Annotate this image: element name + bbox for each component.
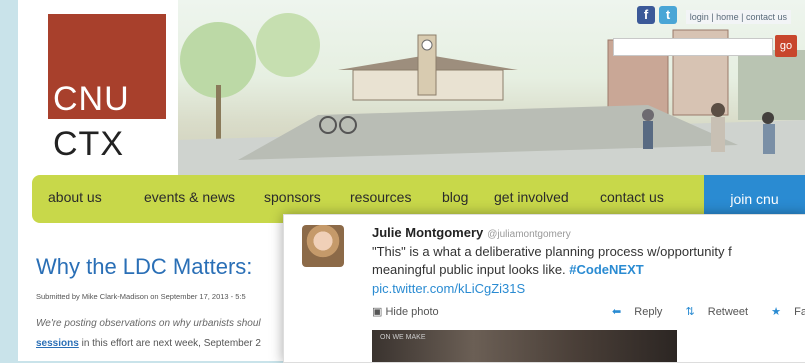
star-icon: ★ bbox=[771, 306, 782, 318]
tweet-photo-link[interactable]: pic.twitter.com/kLiCgZi31S bbox=[372, 281, 525, 296]
search-input[interactable] bbox=[613, 38, 773, 56]
favorite-button[interactable]: ★ Favorite bbox=[771, 306, 805, 318]
reply-button[interactable]: ⬅ Reply bbox=[612, 306, 672, 318]
article-line2-rest: in this effort are next week, September … bbox=[78, 338, 261, 349]
nav-get-involved[interactable]: get involved bbox=[494, 189, 569, 205]
favorite-label: Favorite bbox=[794, 306, 805, 318]
utility-links[interactable]: login | home | contact us bbox=[685, 10, 791, 24]
tweet-photo-text: ON WE MAKE bbox=[380, 334, 426, 341]
nav-sponsors[interactable]: sponsors bbox=[264, 189, 321, 205]
nav-about-us[interactable]: about us bbox=[48, 189, 102, 205]
tweet-author[interactable]: Julie Montgomery @juliamontgomery bbox=[372, 225, 571, 240]
retweet-icon: ⇅ bbox=[685, 306, 695, 318]
social-links: f t bbox=[637, 6, 677, 24]
nav-blog[interactable]: blog bbox=[442, 189, 468, 205]
hide-photo-button[interactable]: ▣ Hide photo bbox=[372, 305, 439, 318]
tweet-avatar[interactable] bbox=[302, 225, 344, 267]
street-scene-illustration bbox=[178, 13, 805, 175]
search-go-button[interactable]: go bbox=[775, 35, 797, 57]
photo-icon: ▣ bbox=[372, 306, 383, 318]
retweet-button[interactable]: ⇅ Retweet bbox=[685, 306, 758, 318]
sessions-link[interactable]: sessions bbox=[36, 338, 79, 349]
facebook-icon[interactable]: f bbox=[637, 6, 655, 24]
tweet-text-line2-pre: meaningful public input looks like. bbox=[372, 262, 570, 277]
nav-contact-us[interactable]: contact us bbox=[600, 189, 664, 205]
reply-icon: ⬅ bbox=[612, 306, 622, 318]
tweet-text-line2: meaningful public input looks like. #Cod… bbox=[372, 261, 805, 279]
twitter-icon[interactable]: t bbox=[659, 6, 677, 24]
tweet-hashtag[interactable]: #CodeNEXT bbox=[569, 262, 643, 277]
nav-events-news[interactable]: events & news bbox=[144, 189, 235, 205]
tweet-author-name[interactable]: Julie Montgomery bbox=[372, 225, 483, 240]
tweet-actions: ⬅ Reply ⇅ Retweet ★ Favorite bbox=[612, 305, 805, 318]
tweet-author-handle[interactable]: @juliamontgomery bbox=[487, 229, 571, 240]
logo-ctx-text: CTX bbox=[53, 125, 124, 163]
tweet-text-line1: "This" is a what a deliberative planning… bbox=[372, 244, 732, 259]
article-byline: Submitted by Mike Clark-Madison on Septe… bbox=[36, 292, 246, 301]
cnu-ctx-logo[interactable]: CNU CTX bbox=[48, 14, 166, 164]
retweet-label: Retweet bbox=[707, 306, 749, 318]
tweet-text: "This" is a what a deliberative planning… bbox=[372, 243, 805, 279]
tweet-photo[interactable]: ON WE MAKE bbox=[372, 330, 677, 362]
article-title[interactable]: Why the LDC Matters: bbox=[36, 254, 252, 280]
hide-photo-label: Hide photo bbox=[385, 306, 439, 318]
header-illustration: f t login | home | contact us go bbox=[178, 0, 805, 175]
nav-resources[interactable]: resources bbox=[350, 189, 411, 205]
logo-cnu-text: CNU bbox=[53, 80, 130, 118]
reply-label: Reply bbox=[634, 306, 663, 318]
embedded-tweet: Julie Montgomery @juliamontgomery "This" … bbox=[283, 214, 805, 363]
logo-bottom-panel: CTX bbox=[48, 119, 166, 164]
